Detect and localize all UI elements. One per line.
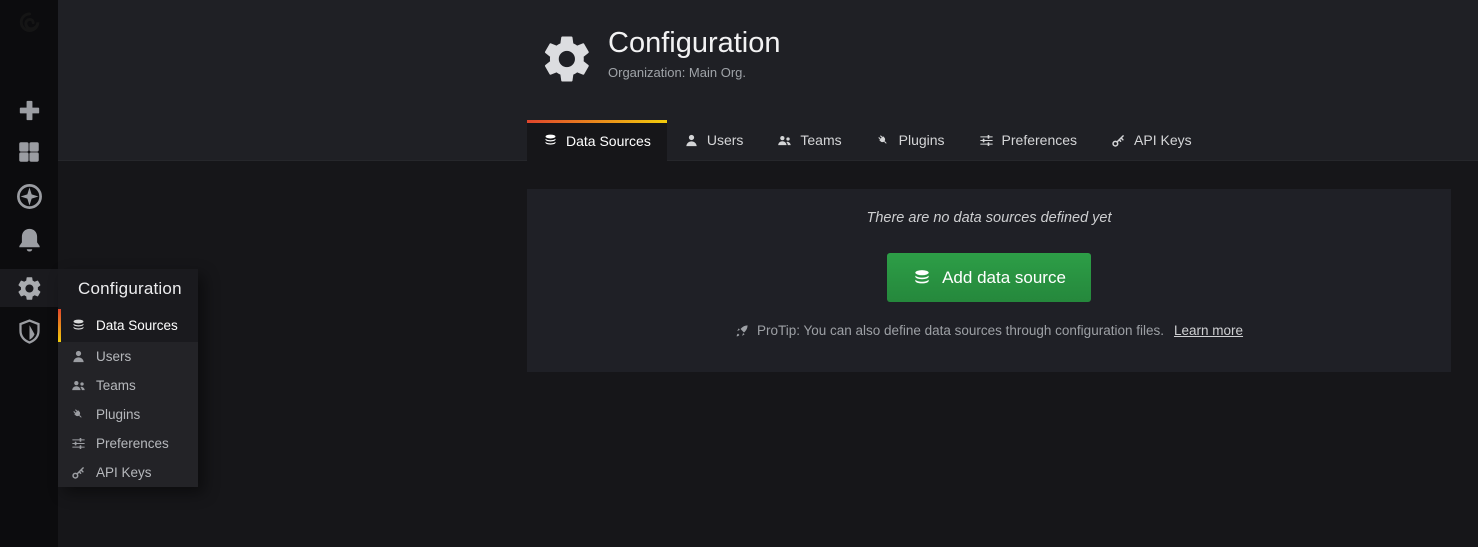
empty-state-message: There are no data sources defined yet — [866, 210, 1111, 226]
protip-row: ProTip: You can also define data sources… — [735, 323, 1243, 338]
page-title: Configuration — [608, 28, 781, 60]
sidebar-item-explore[interactable] — [0, 181, 58, 211]
shield-icon — [16, 318, 43, 345]
database-icon — [71, 318, 86, 333]
data-sources-panel: There are no data sources defined yet Ad… — [527, 189, 1451, 372]
configuration-gear-icon — [16, 275, 43, 302]
tab-api-keys[interactable]: API Keys — [1094, 120, 1209, 160]
flyout-item-preferences[interactable]: Preferences — [58, 429, 198, 458]
tab-bar: Data Sources Users Teams Plugins Prefere… — [527, 120, 1209, 161]
flyout-item-api-keys[interactable]: API Keys — [58, 458, 198, 487]
tab-label: Data Sources — [566, 133, 651, 149]
tab-plugins[interactable]: Plugins — [859, 120, 962, 160]
flyout-item-label: Users — [96, 349, 131, 364]
flyout-item-list: Data Sources Users Teams Plugins Prefere… — [58, 309, 198, 487]
flyout-item-users[interactable]: Users — [58, 342, 198, 371]
alerting-bell-icon — [15, 226, 44, 255]
tab-label: Users — [707, 132, 744, 148]
database-icon — [543, 133, 558, 148]
tab-preferences[interactable]: Preferences — [962, 120, 1094, 160]
user-icon — [71, 349, 86, 364]
page-subtitle: Organization: Main Org. — [608, 65, 781, 80]
key-icon — [71, 465, 86, 480]
sliders-icon — [71, 436, 86, 451]
rocket-icon — [735, 324, 749, 338]
tab-label: Preferences — [1002, 132, 1077, 148]
flyout-item-data-sources[interactable]: Data Sources — [58, 309, 198, 342]
explore-compass-icon — [15, 182, 44, 211]
dashboards-grid-icon — [16, 139, 42, 165]
sidebar-item-dashboards[interactable] — [0, 139, 58, 165]
add-data-source-button-label: Add data source — [942, 268, 1066, 288]
flyout-item-label: Preferences — [96, 436, 169, 451]
page-header: Configuration Organization: Main Org. — [540, 28, 781, 86]
flyout-item-label: Data Sources — [96, 318, 178, 333]
plug-icon — [876, 133, 891, 148]
add-data-source-button[interactable]: Add data source — [887, 253, 1091, 302]
sidebar-item-configuration[interactable] — [0, 269, 58, 307]
users-icon — [71, 378, 86, 393]
flyout-item-label: Plugins — [96, 407, 140, 422]
flyout-item-teams[interactable]: Teams — [58, 371, 198, 400]
configuration-flyout-menu: Configuration Data Sources Users Teams P… — [58, 269, 198, 487]
tab-data-sources[interactable]: Data Sources — [527, 120, 667, 161]
key-icon — [1111, 133, 1126, 148]
plug-icon — [71, 407, 86, 422]
sliders-icon — [979, 133, 994, 148]
flyout-item-label: API Keys — [96, 465, 152, 480]
tab-label: API Keys — [1134, 132, 1192, 148]
flyout-item-label: Teams — [96, 378, 136, 393]
flyout-item-plugins[interactable]: Plugins — [58, 400, 198, 429]
protip-text: ProTip: You can also define data sources… — [757, 323, 1164, 338]
users-icon — [777, 133, 792, 148]
sidebar-item-alerting[interactable] — [0, 225, 58, 255]
database-icon — [912, 268, 932, 288]
tab-label: Teams — [800, 132, 841, 148]
sidebar — [0, 0, 58, 547]
gear-icon — [540, 32, 594, 86]
learn-more-link[interactable]: Learn more — [1174, 323, 1243, 338]
plus-icon — [16, 97, 43, 124]
tab-users[interactable]: Users — [667, 120, 761, 160]
tab-teams[interactable]: Teams — [760, 120, 858, 160]
page-header-band: Configuration Organization: Main Org. Da… — [58, 0, 1478, 161]
sidebar-item-server-admin[interactable] — [0, 316, 58, 346]
user-icon — [684, 133, 699, 148]
tab-label: Plugins — [899, 132, 945, 148]
grafana-app: Configuration Data Sources Users Teams P… — [0, 0, 1478, 547]
flyout-title[interactable]: Configuration — [58, 269, 198, 309]
grafana-logo-icon[interactable] — [11, 4, 47, 40]
sidebar-item-create[interactable] — [0, 96, 58, 124]
